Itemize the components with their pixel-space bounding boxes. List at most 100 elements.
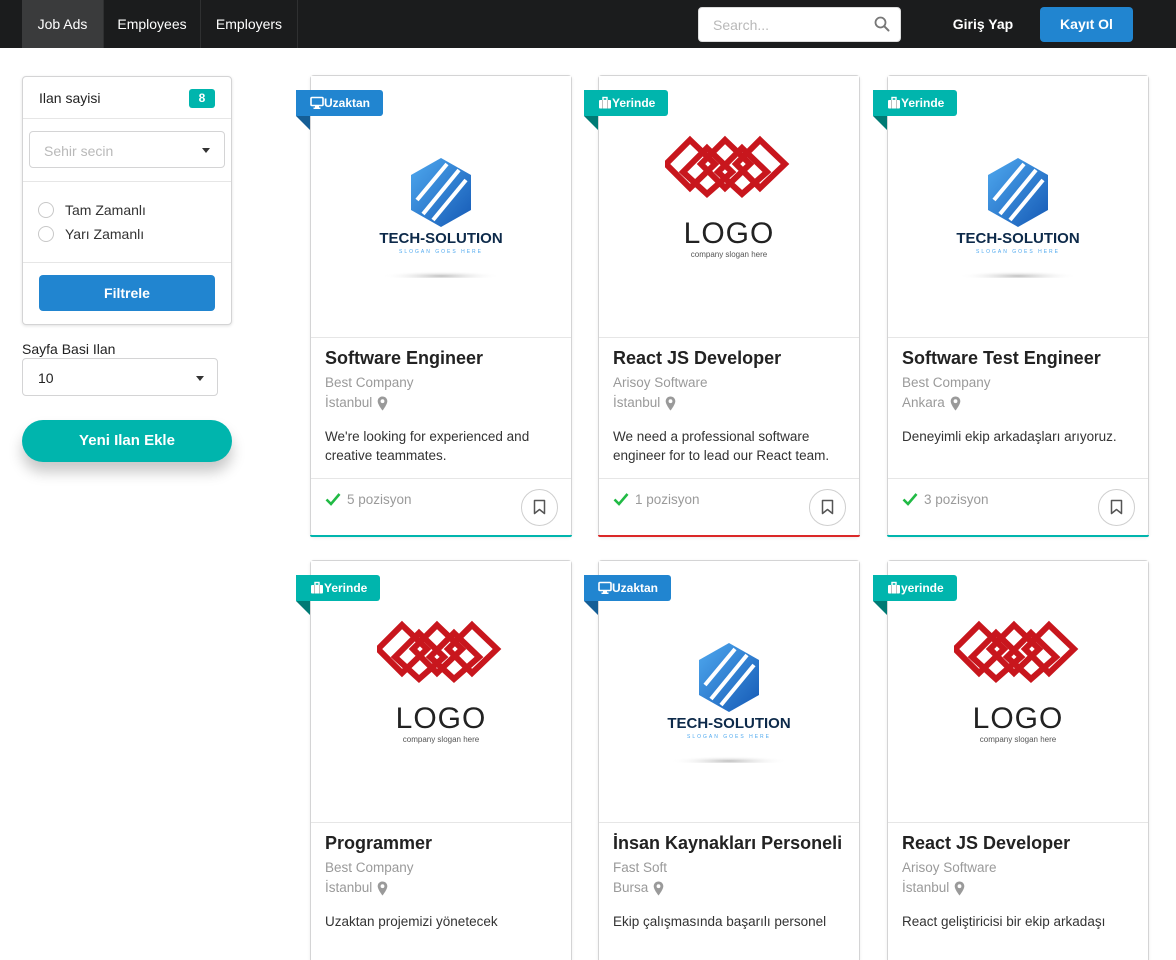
company-name: Fast Soft — [613, 860, 668, 875]
open-positions: 3 pozisyon — [924, 492, 989, 507]
job-description: We need a professional software engineer… — [613, 429, 830, 463]
job-city: İstanbul — [902, 880, 950, 895]
work-type-label: Yerinde — [901, 96, 945, 110]
map-marker-icon — [950, 396, 961, 411]
map-marker-icon — [954, 881, 965, 896]
logo-slogan: company slogan here — [690, 250, 768, 259]
check-icon — [325, 493, 341, 506]
job-card[interactable]: LOGO company slogan here Yerinde React J… — [584, 75, 860, 537]
bookmark-button[interactable] — [1098, 489, 1135, 526]
card-accent-line — [598, 535, 860, 537]
work-type-label: Yerinde — [612, 96, 656, 110]
filter-button[interactable]: Filtrele — [39, 275, 215, 311]
ribbon-fold — [584, 116, 598, 130]
job-card[interactable]: TECH-SOLUTION SLOGAN GOES HERE Uzaktan İ… — [584, 560, 860, 960]
search-box — [698, 7, 901, 42]
chevron-down-icon — [196, 376, 204, 381]
job-city: İstanbul — [325, 395, 373, 410]
ribbon-fold — [873, 116, 887, 130]
work-type-label: Yerinde — [324, 581, 368, 595]
login-button[interactable]: Giriş Yap — [944, 0, 1022, 48]
job-description: Ekip çalışmasında başarılı personel — [613, 914, 827, 929]
map-marker-icon — [653, 881, 664, 896]
logo-name: TECH-SOLUTION — [667, 715, 791, 732]
ribbon-fold — [296, 601, 310, 615]
signup-button[interactable]: Kayıt Ol — [1040, 7, 1133, 42]
job-city: Ankara — [902, 395, 945, 410]
nav-employees[interactable]: Employees — [104, 0, 201, 48]
logo-name: LOGO — [683, 217, 775, 250]
job-count-label: Ilan sayisi — [39, 90, 101, 106]
work-type-ribbon: Yerinde — [296, 575, 381, 601]
search-input[interactable] — [699, 8, 869, 41]
work-type-label: Uzaktan — [612, 581, 659, 595]
company-name: Arisoy Software — [613, 375, 708, 390]
job-count-badge: 8 — [189, 89, 215, 108]
radio-circle-icon[interactable] — [38, 226, 54, 242]
radio-label: Tam Zamanlı — [65, 202, 146, 218]
job-city: İstanbul — [613, 395, 661, 410]
job-title[interactable]: React JS Developer — [613, 348, 781, 369]
card-footer-divider — [888, 478, 1148, 479]
open-positions: 5 pozisyon — [347, 492, 412, 507]
job-card[interactable]: LOGO company slogan here Yerinde Program… — [296, 560, 572, 960]
bookmark-button[interactable] — [521, 489, 558, 526]
job-description: React geliştiricisi bir ekip arkadaşı — [902, 914, 1106, 929]
company-name: Best Company — [325, 860, 414, 875]
bookmark-icon — [821, 499, 834, 515]
logo-name: LOGO — [972, 702, 1064, 735]
per-page-label: Sayfa Basi Ilan — [22, 341, 116, 357]
open-positions: 1 pozisyon — [635, 492, 700, 507]
company-logo — [377, 620, 502, 684]
company-name: Best Company — [902, 375, 991, 390]
job-card[interactable]: TECH-SOLUTION SLOGAN GOES HERE Uzaktan S… — [296, 75, 572, 537]
add-job-button[interactable]: Yeni Ilan Ekle — [22, 420, 232, 462]
job-title[interactable]: İnsan Kaynakları Personeli — [613, 833, 842, 854]
chevron-down-icon — [202, 148, 210, 153]
company-logo — [381, 158, 501, 278]
work-type-ribbon: Uzaktan — [584, 575, 672, 601]
logo-slogan: SLOGAN GOES HERE — [976, 249, 1060, 255]
desktop-icon — [598, 581, 612, 594]
job-card[interactable]: LOGO company slogan here yerinde React J… — [873, 560, 1149, 960]
job-title[interactable]: Software Test Engineer — [902, 348, 1101, 369]
map-marker-icon — [377, 396, 388, 411]
job-city: İstanbul — [325, 880, 373, 895]
job-title[interactable]: Software Engineer — [325, 348, 483, 369]
work-type-label: Uzaktan — [324, 96, 371, 110]
logo-name: LOGO — [395, 702, 487, 735]
job-description: We're looking for experienced and creati… — [325, 429, 530, 463]
city-dropdown[interactable]: Sehir secin — [29, 131, 225, 168]
filter-panel: Ilan sayisi 8 Sehir secin Tam Zamanlı Ya… — [22, 76, 232, 325]
search-icon[interactable] — [874, 16, 890, 32]
map-marker-icon — [665, 396, 676, 411]
company-logo — [665, 135, 790, 199]
company-logo — [954, 620, 1079, 684]
work-type-ribbon: Yerinde — [873, 90, 958, 116]
radio-circle-icon[interactable] — [38, 202, 54, 218]
radio-label: Yarı Zamanlı — [65, 226, 145, 242]
card-accent-line — [887, 535, 1149, 537]
work-type-label: yerinde — [901, 581, 944, 595]
job-count-header: Ilan sayisi 8 — [23, 77, 231, 119]
card-footer-divider — [599, 478, 859, 479]
briefcase-icon — [311, 581, 323, 594]
company-name: Arisoy Software — [902, 860, 997, 875]
briefcase-icon — [888, 581, 900, 594]
check-icon — [613, 493, 629, 506]
job-description: Uzaktan projemizi yönetecek — [325, 914, 498, 929]
job-card[interactable]: TECH-SOLUTION SLOGAN GOES HERE Yerinde S… — [873, 75, 1149, 537]
per-page-dropdown[interactable]: 10 — [22, 358, 218, 396]
job-title[interactable]: Programmer — [325, 833, 432, 854]
nav-employers[interactable]: Employers — [201, 0, 298, 48]
desktop-icon — [310, 96, 324, 109]
bookmark-button[interactable] — [809, 489, 846, 526]
city-dropdown-placeholder: Sehir secin — [44, 143, 114, 159]
map-marker-icon — [377, 881, 388, 896]
job-title[interactable]: React JS Developer — [902, 833, 1070, 854]
card-footer-divider — [311, 478, 571, 479]
logo-name: TECH-SOLUTION — [379, 230, 503, 247]
nav-job-ads[interactable]: Job Ads — [22, 0, 104, 48]
work-type-ribbon: Uzaktan — [296, 90, 384, 116]
company-name: Best Company — [325, 375, 414, 390]
